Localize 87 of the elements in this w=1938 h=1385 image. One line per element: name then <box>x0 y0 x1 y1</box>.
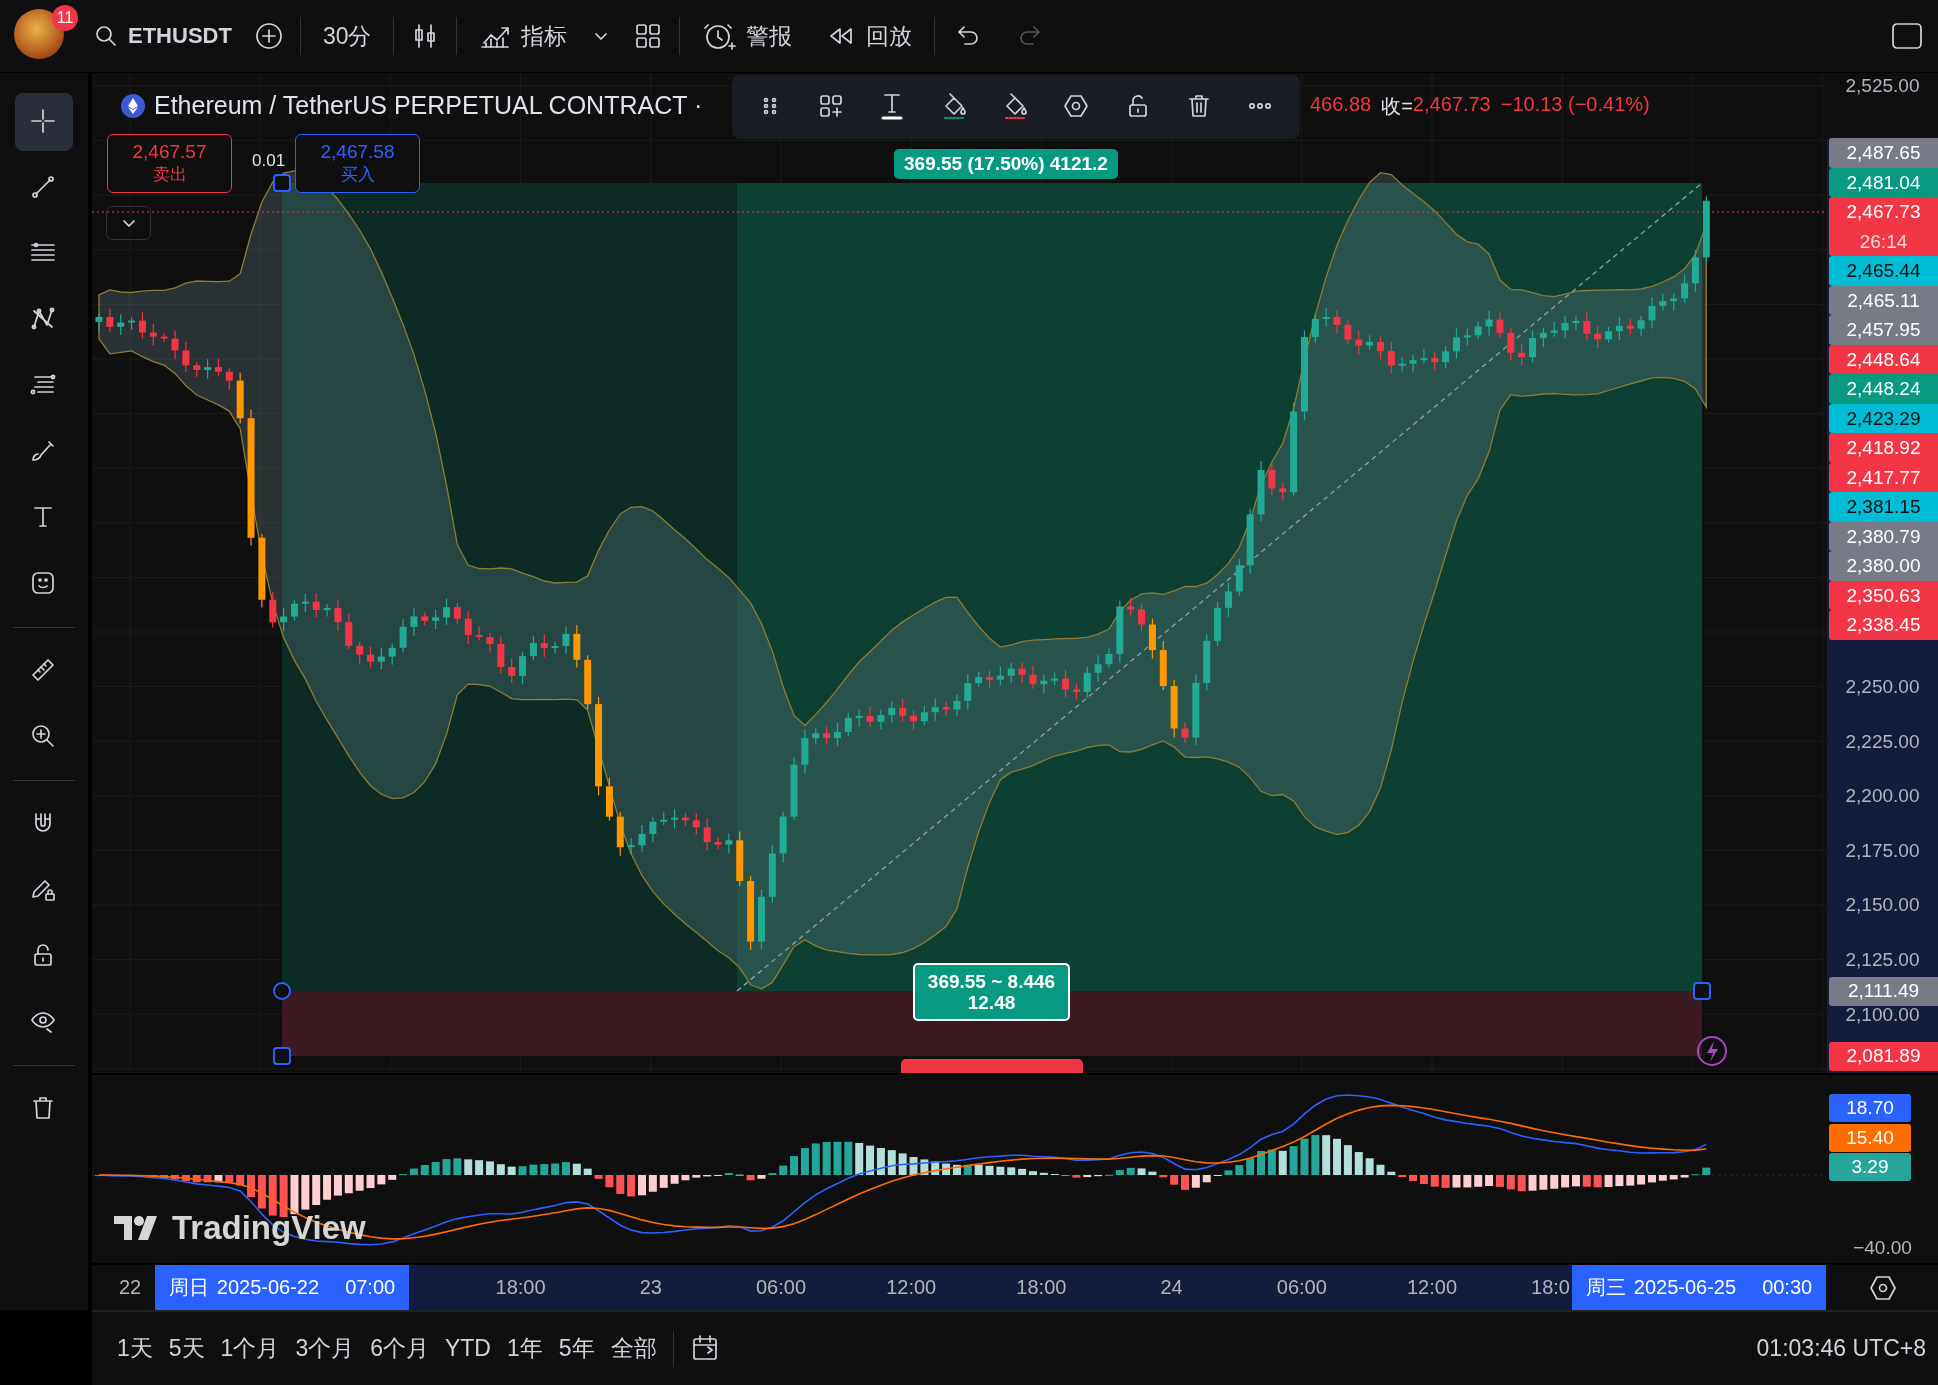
weekday-text: 周三 <box>1585 1275 1626 1300</box>
ratio-detail: 12.48 <box>966 992 1017 1013</box>
range-button[interactable]: 1天 <box>117 1333 153 1364</box>
price-value: 2,380.00 <box>1846 554 1921 578</box>
time-tick: 22 <box>118 1275 142 1300</box>
replay-button[interactable]: 回放 <box>820 20 919 52</box>
price-value: 2,418.92 <box>1846 436 1921 460</box>
trend-line[interactable] <box>736 182 1703 992</box>
time-tick: 24 <box>1160 1275 1183 1300</box>
price-tick: 2,225.00 <box>1844 729 1921 754</box>
price-value: 2,350.63 <box>1846 583 1921 608</box>
time-text: 07:00 <box>345 1276 396 1299</box>
drag-handle[interactable] <box>1693 982 1711 1000</box>
price-value: 2,467.73 <box>1846 200 1921 224</box>
price-tick: 2,175.00 <box>1844 838 1921 863</box>
drag-handle[interactable] <box>273 982 291 1000</box>
clock[interactable]: 01:03:46 UTC+8 <box>1756 1335 1926 1362</box>
time-tick: 06:00 <box>1276 1275 1327 1300</box>
range-button[interactable]: YTD <box>445 1335 491 1362</box>
date-text: 2025-06-25 <box>1633 1276 1737 1299</box>
interval-button[interactable]: 30分 <box>316 20 378 52</box>
weekday-text: 周日 <box>168 1275 209 1300</box>
time-tick: 12:00 <box>1406 1275 1458 1300</box>
price-tick: 2,250.00 <box>1844 675 1921 699</box>
range-button[interactable]: 全部 <box>610 1333 657 1364</box>
range-button[interactable]: 3个月 <box>295 1333 355 1364</box>
close-label: 收= <box>1381 94 1413 119</box>
price-value: 2,481.04 <box>1846 170 1921 195</box>
price-value: 2,448.64 <box>1846 347 1921 372</box>
date-text: 2025-06-22 <box>216 1276 320 1299</box>
price-value: 2,423.29 <box>1846 406 1921 431</box>
ethereum-icon <box>120 92 146 119</box>
loss-zone[interactable] <box>282 991 1702 1056</box>
range-button[interactable]: 6个月 <box>370 1333 429 1364</box>
sell-button[interactable]: 2,467.57 卖出 <box>107 134 232 193</box>
price-tick: 2,150.00 <box>1844 893 1921 918</box>
indicator-value: 15.40 <box>1829 1124 1911 1152</box>
price-tick: 2,525.00 <box>1844 74 1921 98</box>
range-button[interactable]: 1个月 <box>220 1333 280 1364</box>
time-tick: 23 <box>639 1275 662 1300</box>
price-value: 2,111.49 <box>1847 979 1920 1004</box>
lightning-icon[interactable] <box>1697 1036 1727 1066</box>
price-value: 2,465.11 <box>1847 288 1920 313</box>
time-tick: 18:00 <box>495 1275 546 1300</box>
price-value: 2,381.15 <box>1846 495 1921 519</box>
time-text: 00:30 <box>1762 1276 1813 1299</box>
symbol-search[interactable]: ETHUSDT <box>88 23 238 49</box>
search-icon <box>94 24 118 48</box>
time-tick: 18:00 <box>1016 1275 1067 1300</box>
collapse-button[interactable] <box>106 206 151 240</box>
price-value: 2,465.44 <box>1846 259 1921 283</box>
price-value: 2,380.79 <box>1846 524 1921 549</box>
target-label: 369.55 (17.50%) 4121.2 <box>894 149 1118 179</box>
price-value: 2,457.95 <box>1846 318 1921 342</box>
indicator-value: 18.70 <box>1829 1094 1911 1122</box>
price-value: 2,448.24 <box>1846 377 1921 401</box>
range-button[interactable]: 5年 <box>558 1333 595 1364</box>
time-tick: 18:0 <box>1531 1275 1570 1300</box>
crosshair-tool[interactable] <box>15 93 73 151</box>
price-value: 2,081.89 <box>1846 1044 1921 1069</box>
drag-handle[interactable] <box>273 1047 291 1065</box>
range-button[interactable]: 1年 <box>507 1333 543 1364</box>
price-tick: 2,125.00 <box>1844 948 1921 972</box>
notification-badge: 11 <box>52 5 78 31</box>
ohlc-value: 466.88 <box>1310 93 1372 117</box>
indicators-button[interactable]: 指标 <box>473 20 574 52</box>
settings-icon[interactable] <box>1868 1273 1897 1302</box>
buy-button[interactable]: 2,467.58 买入 <box>295 134 420 193</box>
time-tick: 06:00 <box>755 1275 807 1300</box>
price-change: −10.13 (−0.41%) <box>1500 93 1650 117</box>
price-tick: 2,100.00 <box>1844 1002 1921 1027</box>
indicator-tick: −40.00 <box>1852 1237 1913 1259</box>
range-button[interactable]: 5天 <box>168 1333 205 1364</box>
ratio-text: 369.55 ~ 8.446 <box>926 971 1057 992</box>
indicator-value: 3.29 <box>1829 1153 1911 1181</box>
time-tick: 12:00 <box>886 1275 937 1300</box>
price-tick: 2,200.00 <box>1844 784 1921 809</box>
add-symbol-icon[interactable] <box>253 21 284 51</box>
price-value: 2,487.65 <box>1846 141 1921 165</box>
close-value: 2,467.73 <box>1412 93 1491 117</box>
price-value: 2,417.77 <box>1846 465 1921 490</box>
price-value: 2,338.45 <box>1846 613 1921 637</box>
drag-handle[interactable] <box>273 174 291 192</box>
spread-value: 0.01 <box>252 151 286 171</box>
bar-countdown: 26:14 <box>1859 229 1908 254</box>
alerts-button[interactable]: 警报 <box>696 19 799 53</box>
symbol-title: Ethereum / TetherUS PERPETUAL CONTRACT · <box>154 91 703 120</box>
